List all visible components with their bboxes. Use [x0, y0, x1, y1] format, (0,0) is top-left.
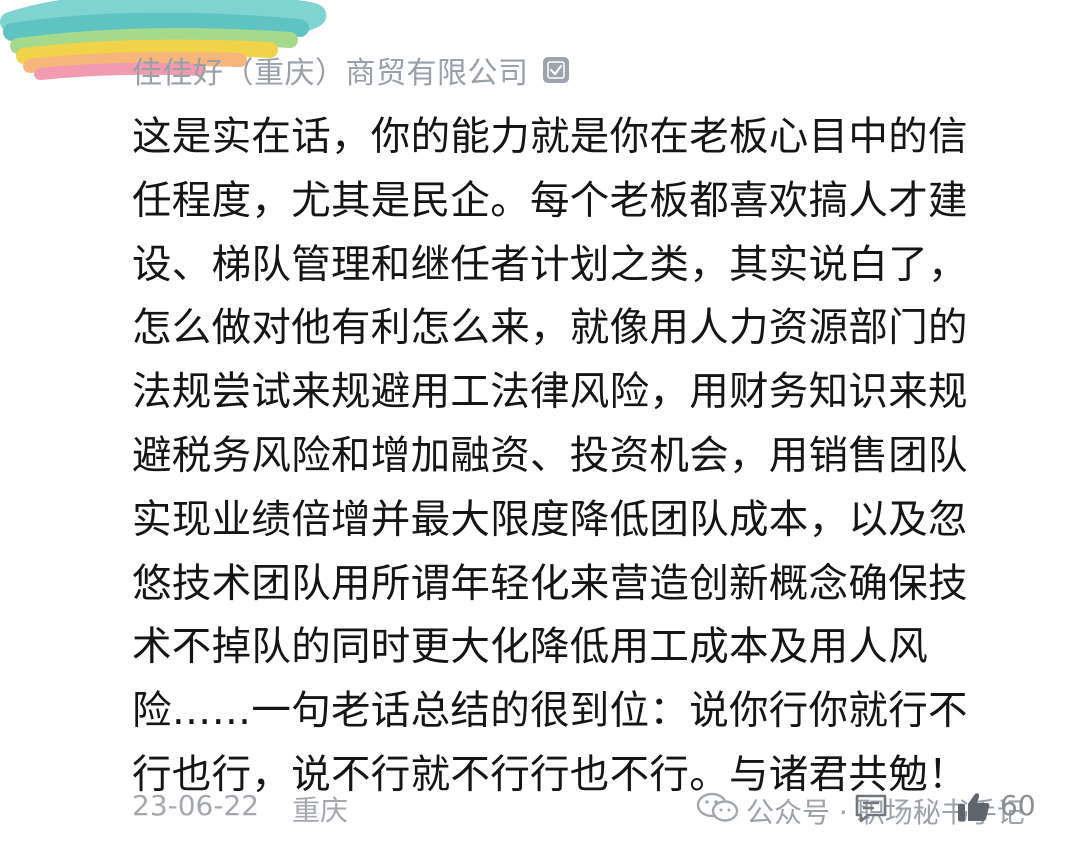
wechat-icon [696, 792, 739, 822]
like-count: 60 [1000, 789, 1036, 822]
comment-footer: 23-06-22 重庆 公众号 · 职场秘书手记 60 [132, 785, 1052, 829]
verified-badge-icon [542, 57, 569, 83]
thumbs-up-icon[interactable] [956, 791, 992, 823]
comment-line: 实现业绩倍增并最大限度降低团队成本，以及忽 [132, 496, 968, 543]
comment-date: 23-06-22 [132, 789, 260, 822]
comment-line: 悠技术团队用所谓年轻化来营造创新概念确保技 [132, 560, 968, 607]
comment-icon[interactable] [854, 793, 888, 823]
comment-line: 法规尝试来规避用工法律风险，用财务知识来规 [132, 369, 968, 416]
comment-line: 术不掉队的同时更大化降低用工成本及用人风 [132, 624, 928, 671]
comment-line: 险……一句老话总结的很到位：说你行你就行不 [132, 688, 968, 735]
comment-location: 重庆 [292, 794, 349, 827]
comment-line: 任程度，尤其是民企。每个老板都喜欢搞人才建 [132, 177, 968, 224]
comment-text: 这是实在话，你的能力就是你在老板心目中的信 任程度，尤其是民企。每个老板都喜欢搞… [132, 106, 1032, 808]
comment-line: 避税务风险和增加融资、投资机会，用销售团队 [132, 432, 968, 479]
comment-line: 设、梯队管理和继任者计划之类，其实说白了， [132, 241, 968, 288]
commenter-company-row: 佳佳好（重庆）商贸有限公司 [132, 50, 569, 91]
comment-line: 这是实在话，你的能力就是你在老板心目中的信 [132, 114, 968, 160]
comment-line: 怎么做对他有利怎么来，就像用人力资源部门的 [132, 305, 968, 352]
commenter-company: 佳佳好（重庆）商贸有限公司 [132, 56, 529, 91]
